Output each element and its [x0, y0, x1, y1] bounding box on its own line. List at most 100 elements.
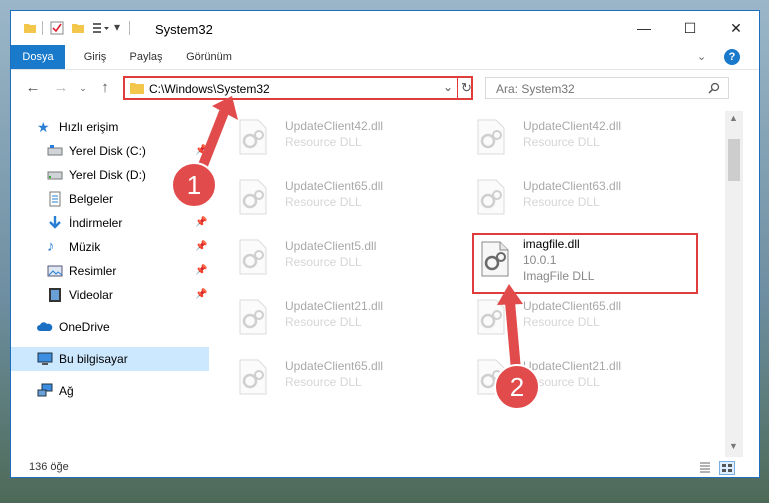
callout-1: 1 [171, 162, 217, 208]
vertical-scrollbar[interactable]: ▲ ▼ [725, 111, 743, 457]
pin-icon: 📌 [195, 217, 208, 228]
network-icon [37, 383, 53, 397]
address-dropdown-icon[interactable]: ⌄ [443, 80, 453, 94]
ribbon-tabs: Dosya Giriş Paylaş Görünüm ⌄ ? [11, 45, 759, 70]
callout-2: 2 [494, 364, 540, 410]
scroll-down-icon[interactable]: ▼ [729, 441, 738, 451]
tab-share[interactable]: Paylaş [121, 45, 171, 69]
sidebar-item-local-disk-c[interactable]: Yerel Disk (C:) 📌 [11, 139, 207, 163]
file-item[interactable]: UpdateClient65.dll Resource DLL [229, 351, 454, 403]
address-bar[interactable]: C:\Windows\System32 ⌄ ↻ [123, 76, 473, 100]
sidebar-item-onedrive[interactable]: OneDrive [11, 315, 207, 339]
file-description: Resource DLL [285, 315, 362, 329]
window-title: System32 [155, 22, 213, 37]
sidebar-item-videos[interactable]: Videolar 📌 [11, 283, 207, 307]
sidebar-item-music[interactable]: ♪ Müzik 📌 [11, 235, 207, 259]
file-description: Resource DLL [285, 195, 362, 209]
dll-file-icon [477, 179, 505, 215]
refresh-icon[interactable]: ↻ [461, 80, 472, 96]
file-item[interactable]: UpdateClient63.dll Resource DLL [467, 171, 692, 223]
music-icon: ♪ [47, 238, 55, 255]
file-item[interactable]: UpdateClient65.dll Resource DLL [467, 291, 692, 343]
sidebar-item-pictures[interactable]: Resimler 📌 [11, 259, 207, 283]
address-row: ← → ⌄ ↑ C:\Windows\System32 ⌄ ↻ [11, 70, 759, 108]
file-name: UpdateClient21.dll [523, 359, 622, 373]
file-name: UpdateClient65.dll [285, 179, 384, 193]
minimize-button[interactable]: — [621, 11, 667, 45]
file-name: UpdateClient5.dll [285, 239, 377, 253]
document-icon [49, 191, 61, 207]
quick-access-dropdown-icon[interactable]: ▾ [114, 20, 120, 34]
tiles-view-icon[interactable] [719, 461, 735, 475]
back-arrow-icon[interactable]: ← [25, 80, 41, 96]
sidebar-item-label: Videolar [69, 288, 113, 302]
dll-file-icon [239, 179, 267, 215]
sidebar-item-network[interactable]: Ağ [11, 379, 207, 403]
drive-icon [47, 145, 63, 156]
sidebar-item-label: Belgeler [69, 192, 114, 206]
file-item[interactable]: UpdateClient5.dll Resource DLL [229, 231, 454, 283]
navigation-pane: ★ Hızlı erişim Yerel Disk (C:) 📌 Yerel D… [11, 111, 209, 451]
help-icon[interactable]: ? [724, 49, 740, 65]
file-item[interactable]: UpdateClient42.dll Resource DLL [467, 111, 692, 163]
customize-toolbar-icon[interactable] [92, 21, 110, 35]
file-item[interactable]: UpdateClient65.dll Resource DLL [229, 171, 454, 223]
expand-ribbon-icon[interactable]: ⌄ [697, 50, 706, 63]
download-icon [49, 216, 61, 229]
recent-locations-icon[interactable]: ⌄ [75, 80, 91, 96]
sidebar-item-label: İndirmeler [69, 216, 123, 230]
tab-view[interactable]: Görünüm [179, 45, 239, 69]
sidebar-item-downloads[interactable]: İndirmeler 📌 [11, 211, 207, 235]
file-name: UpdateClient65.dll [523, 299, 622, 313]
tab-home[interactable]: Giriş [75, 45, 115, 69]
video-icon [49, 288, 61, 302]
sidebar-item-label: OneDrive [59, 320, 110, 334]
pin-icon: 📌 [195, 265, 208, 276]
status-bar: 136 öğe [11, 459, 759, 477]
sidebar-item-label: Hızlı erişim [59, 120, 119, 134]
sidebar-item-this-pc[interactable]: Bu bilgisayar [11, 347, 209, 371]
pictures-icon [47, 265, 63, 277]
item-count: 136 öğe [29, 461, 69, 473]
search-box[interactable] [485, 77, 729, 99]
dll-file-icon [239, 359, 267, 395]
properties-icon[interactable] [50, 21, 64, 35]
file-highlight-box [472, 233, 698, 294]
dll-file-icon [239, 119, 267, 155]
search-icon[interactable] [708, 82, 720, 94]
file-description: Resource DLL [523, 135, 600, 149]
sidebar-item-label: Yerel Disk (C:) [69, 144, 146, 158]
cloud-icon [37, 322, 53, 331]
pin-icon: 📌 [195, 241, 208, 252]
scroll-up-icon[interactable]: ▲ [729, 113, 738, 123]
search-input[interactable] [494, 81, 698, 97]
sidebar-item-label: Müzik [69, 240, 101, 254]
explorer-window: ▾ System32 — ☐ ✕ Dosya Giriş Paylaş Görü… [10, 10, 760, 478]
dll-file-icon [239, 299, 267, 335]
new-folder-icon[interactable] [71, 21, 85, 35]
details-view-icon[interactable] [699, 461, 711, 473]
file-item[interactable]: UpdateClient21.dll Resource DLL [229, 291, 454, 343]
sidebar-item-label: Bu bilgisayar [59, 352, 128, 366]
forward-arrow-icon[interactable]: → [53, 80, 69, 96]
tab-file[interactable]: Dosya [11, 45, 65, 69]
dll-file-icon [477, 119, 505, 155]
scrollbar-thumb[interactable] [728, 139, 740, 181]
star-icon: ★ [37, 119, 50, 135]
title-bar: ▾ System32 — ☐ ✕ [11, 11, 759, 45]
dll-file-icon [239, 239, 267, 275]
sidebar-item-label: Ağ [59, 384, 74, 398]
file-description: Resource DLL [285, 135, 362, 149]
pin-icon: 📌 [195, 289, 208, 300]
maximize-button[interactable]: ☐ [667, 11, 713, 45]
drive-icon [47, 171, 63, 180]
up-arrow-icon[interactable]: ↑ [97, 80, 113, 96]
sidebar-item-quick-access[interactable]: ★ Hızlı erişim [11, 115, 207, 139]
file-name: UpdateClient42.dll [285, 119, 384, 133]
close-button[interactable]: ✕ [713, 11, 759, 45]
file-name: UpdateClient63.dll [523, 179, 622, 193]
file-item[interactable]: UpdateClient42.dll Resource DLL [229, 111, 454, 163]
folder-icon [130, 83, 144, 94]
file-description: Resource DLL [285, 375, 362, 389]
file-description: Resource DLL [523, 315, 600, 329]
